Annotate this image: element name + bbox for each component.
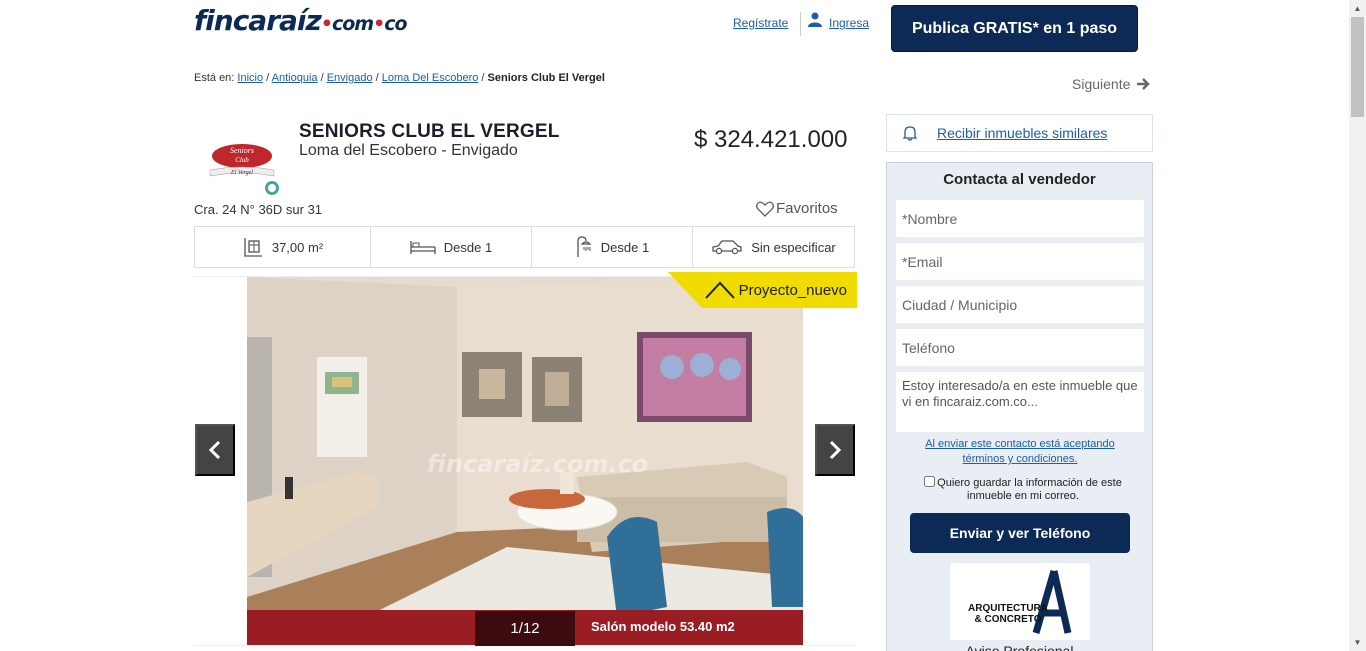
car-icon: [712, 240, 742, 255]
agency-logo-text-2: Club: [235, 156, 249, 164]
terms-link[interactable]: Al enviar este contacto está aceptando t…: [907, 437, 1133, 467]
logo-tld-text: co: [384, 13, 407, 35]
header-divider: [800, 12, 801, 36]
shower-icon: [577, 236, 592, 257]
breadcrumb-item-antioquia[interactable]: Antioquia: [272, 72, 318, 84]
scroll-down-arrow-icon[interactable]: ▼: [1349, 634, 1366, 651]
listing-price: $ 324.421.000: [694, 126, 848, 153]
photo-counter: 1/12: [475, 611, 575, 646]
breadcrumb-item-inicio[interactable]: Inicio: [237, 72, 263, 84]
breadcrumb-item-envigado[interactable]: Envigado: [327, 72, 373, 84]
contact-form: Contacta al vendedor Estoy interesado/a …: [886, 162, 1153, 651]
listing-location: Loma del Escobero - Envigado: [299, 142, 518, 159]
new-project-label: Proyecto_nuevo: [738, 281, 847, 299]
photo-caption: Salón modelo 53.40 m2: [591, 619, 735, 634]
breadcrumb-current: Seniors Club El Vergel: [487, 72, 605, 84]
advertiser-label: Aviso Profesional: [965, 643, 1074, 651]
next-listing-link[interactable]: Siguiente: [1072, 76, 1151, 92]
breadcrumb-item-loma[interactable]: Loma Del Escobero: [382, 72, 479, 84]
page-scrollbar[interactable]: ▲ ▼: [1349, 0, 1366, 651]
advertiser-logo-text-2: & CONCRETO: [974, 614, 1041, 625]
photo-watermark: fincaraíz.com.co: [427, 450, 648, 478]
advertiser-logo[interactable]: ARQUITECTURA & CONCRETO: [950, 563, 1090, 640]
logo-main-text: fincaraíz: [194, 4, 322, 37]
publish-button[interactable]: Publica GRATIS* en 1 paso: [891, 5, 1138, 52]
advertiser-logo-text-1: ARQUITECTURA: [968, 603, 1048, 614]
login-link[interactable]: Ingresa: [829, 16, 869, 30]
previous-photo-button[interactable]: [195, 424, 235, 476]
breadcrumb: Está en: Inicio / Antioquia / Envigado /…: [194, 72, 605, 84]
favorites-button[interactable]: Favoritos: [756, 200, 838, 217]
feature-baths: Desde 1: [532, 227, 693, 267]
scrollbar-thumb[interactable]: [1351, 17, 1364, 117]
similar-listings-alert[interactable]: Recibir inmuebles similares: [886, 114, 1153, 152]
next-photo-button[interactable]: [815, 424, 855, 476]
message-field[interactable]: Estoy interesado/a en este inmueble que …: [896, 372, 1144, 432]
city-field[interactable]: [896, 286, 1144, 323]
logo-sub-text: com: [331, 13, 374, 35]
similar-listings-link[interactable]: Recibir inmuebles similares: [937, 125, 1107, 141]
save-info-label: Quiero guardar la información de este in…: [937, 477, 1122, 502]
arrow-right-icon: [1137, 78, 1151, 90]
chevron-right-icon: [829, 440, 842, 460]
breadcrumb-prefix: Está en:: [194, 72, 235, 84]
register-link[interactable]: Regístrate: [733, 16, 788, 30]
user-icon: [808, 12, 822, 27]
favorites-label: Favoritos: [776, 200, 838, 217]
feature-baths-value: Desde 1: [600, 239, 650, 255]
bell-icon: [903, 126, 917, 141]
bed-icon: [410, 241, 436, 254]
roof-icon: [704, 281, 735, 299]
feature-rooms-value: Desde 1: [443, 239, 493, 255]
email-field[interactable]: [896, 243, 1144, 280]
scroll-up-arrow-icon[interactable]: ▲: [1349, 0, 1366, 17]
contact-title: Contacta al vendedor: [943, 171, 1096, 188]
phone-field[interactable]: [896, 329, 1144, 366]
features-bar: 37,00 m² Desde 1 Desde 1 Sin especificar: [194, 226, 855, 268]
next-listing-label: Siguiente: [1072, 76, 1131, 92]
feature-area: 37,00 m²: [195, 227, 371, 267]
chevron-left-icon: [208, 440, 221, 460]
feature-area-value: 37,00 m²: [271, 239, 324, 255]
agency-logo-text-1: Seniors: [230, 146, 254, 155]
name-field[interactable]: [896, 200, 1144, 237]
save-info-option[interactable]: Quiero guardar la información de este in…: [913, 476, 1133, 503]
feature-parking: Sin especificar: [693, 227, 854, 267]
send-contact-button[interactable]: Enviar y ver Teléfono: [910, 513, 1130, 553]
feature-parking-value: Sin especificar: [751, 239, 836, 255]
area-icon: [244, 238, 262, 257]
listing-title: SENIORS CLUB EL VERGEL: [299, 121, 560, 142]
agency-logo-text-3: El Vergel: [230, 170, 253, 176]
listing-photo[interactable]: fincaraíz.com.co: [247, 277, 803, 646]
feature-rooms: Desde 1: [371, 227, 532, 267]
agency-logo[interactable]: Seniors Club El Vergel: [206, 136, 286, 198]
heart-icon: [756, 201, 774, 217]
site-logo[interactable]: fincaraíz•com•co: [194, 4, 408, 37]
listing-address: Cra. 24 N° 36D sur 31: [194, 202, 323, 217]
save-info-checkbox[interactable]: [924, 476, 936, 487]
